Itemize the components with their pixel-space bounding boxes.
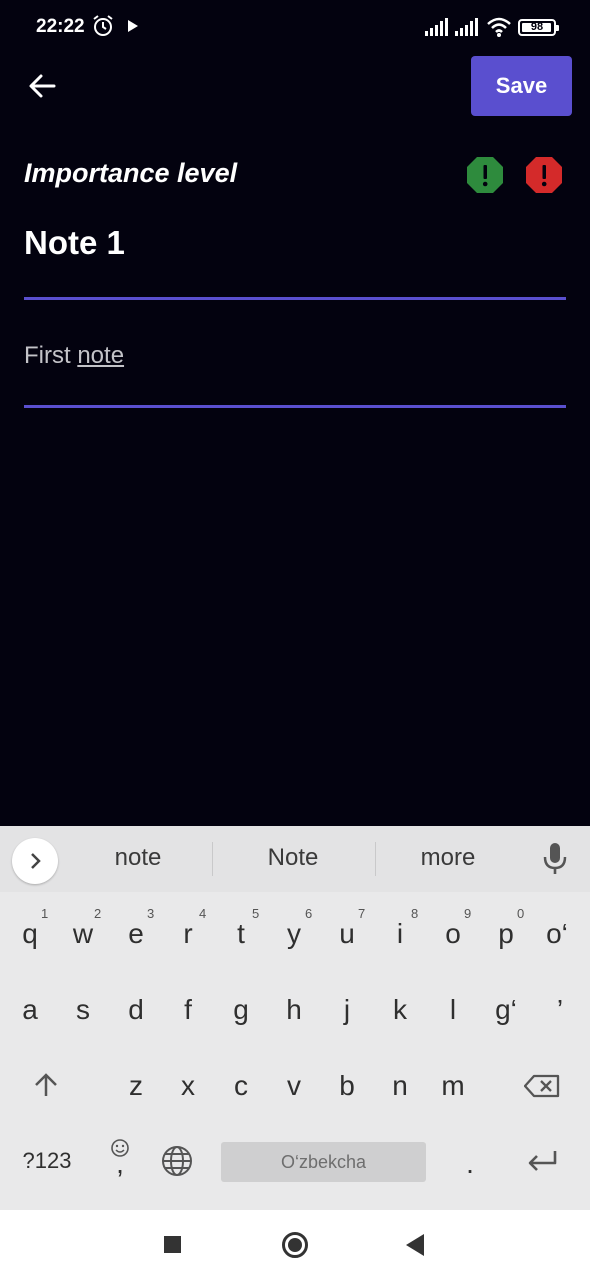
key-number-hint: 7 — [358, 906, 366, 921]
importance-level-label: Importance level — [24, 158, 238, 188]
key-4[interactable]: f — [168, 994, 208, 1026]
symbols-key[interactable]: ?123 — [18, 1148, 76, 1174]
note-body-field[interactable]: First note — [24, 342, 566, 408]
backspace-icon[interactable] — [524, 1074, 560, 1098]
key-7[interactable]: m — [433, 1070, 473, 1102]
suggestion-2[interactable]: Note — [233, 844, 353, 872]
key-4[interactable]: r — [168, 918, 208, 950]
key-number-hint: 2 — [94, 906, 102, 921]
key-number-hint: 8 — [411, 906, 419, 921]
battery-level: 98 — [530, 21, 544, 33]
globe-icon[interactable] — [160, 1144, 194, 1178]
key-1[interactable]: q — [10, 918, 50, 950]
key-3[interactable]: e — [116, 918, 156, 950]
key-4[interactable]: v — [274, 1070, 314, 1102]
status-bar: 22:22 98 — [0, 0, 590, 56]
key-3[interactable]: c — [221, 1070, 261, 1102]
soft-keyboard: note Note more q w e r t y u i o p o‘ 1 2 3 4 5 6 7 8 9 0 as… — [0, 826, 590, 1210]
system-nav-bar — [0, 1210, 590, 1280]
note-body-composing-word: note — [77, 342, 125, 369]
key-3[interactable]: d — [116, 994, 156, 1026]
key-8[interactable]: k — [380, 994, 420, 1026]
importance-high-icon[interactable] — [525, 156, 563, 194]
suggestion-bar: note Note more — [0, 826, 590, 892]
key-2[interactable]: s — [63, 994, 103, 1026]
wifi-icon — [487, 17, 511, 37]
key-5[interactable]: g — [221, 994, 261, 1026]
key-2[interactable]: w — [63, 918, 103, 950]
key-1[interactable]: a — [10, 994, 50, 1026]
note-body-value: First note — [24, 342, 124, 369]
note-body-prefix: First — [24, 342, 78, 369]
arrow-left-icon[interactable] — [24, 68, 60, 104]
recents-icon[interactable] — [164, 1236, 181, 1253]
key-10[interactable]: p — [486, 918, 526, 950]
key-8[interactable]: i — [380, 918, 420, 950]
note-title-field[interactable]: Note 1 — [24, 224, 566, 300]
key-5[interactable]: t — [221, 918, 261, 950]
chevron-right-icon[interactable] — [12, 838, 58, 884]
key-9[interactable]: o — [433, 918, 473, 950]
key-6[interactable]: y — [274, 918, 314, 950]
battery-icon: 98 — [518, 19, 559, 36]
microphone-icon[interactable] — [542, 842, 568, 876]
alarm-icon — [93, 15, 113, 36]
key-number-hint: 3 — [147, 906, 155, 921]
key-number-hint: 1 — [41, 906, 49, 921]
key-number-hint: 0 — [517, 906, 525, 921]
key-number-hint: 9 — [464, 906, 472, 921]
home-icon[interactable] — [282, 1232, 308, 1258]
key-11[interactable]: o‘ — [537, 918, 577, 950]
key-number-hint: 4 — [199, 906, 207, 921]
key-5[interactable]: b — [327, 1070, 367, 1102]
key-7[interactable]: u — [327, 918, 367, 950]
key-1[interactable]: z — [116, 1070, 156, 1102]
space-key[interactable]: O‘zbekcha — [221, 1142, 426, 1182]
comma-key[interactable]: , — [100, 1148, 140, 1180]
play-icon — [128, 20, 138, 32]
key-11[interactable]: ’ — [540, 994, 580, 1026]
signal-icon — [455, 18, 478, 36]
period-key[interactable]: . — [450, 1148, 490, 1180]
suggestion-1[interactable]: note — [78, 844, 198, 872]
key-number-hint: 6 — [305, 906, 313, 921]
key-7[interactable]: j — [327, 994, 367, 1026]
key-9[interactable]: l — [433, 994, 473, 1026]
key-6[interactable]: h — [274, 994, 314, 1026]
shift-icon[interactable] — [33, 1072, 59, 1098]
status-time: 22:22 — [36, 16, 85, 37]
suggestion-divider — [212, 842, 213, 876]
signal-icon — [425, 18, 448, 36]
back-triangle-icon[interactable] — [406, 1234, 424, 1256]
suggestion-divider — [375, 842, 376, 876]
suggestion-3[interactable]: more — [388, 844, 508, 872]
importance-low-icon[interactable] — [466, 156, 504, 194]
key-2[interactable]: x — [168, 1070, 208, 1102]
note-title-value: Note 1 — [24, 224, 125, 261]
enter-icon[interactable] — [525, 1148, 559, 1174]
key-number-hint: 5 — [252, 906, 260, 921]
save-button[interactable]: Save — [471, 56, 572, 116]
key-6[interactable]: n — [380, 1070, 420, 1102]
key-10[interactable]: g‘ — [486, 994, 526, 1026]
